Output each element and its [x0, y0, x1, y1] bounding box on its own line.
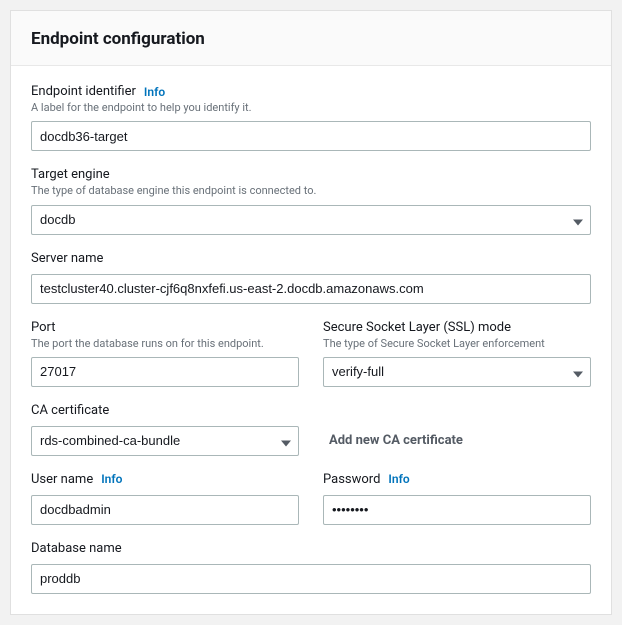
- database-name-input[interactable]: [31, 564, 591, 594]
- port-ssl-row: Port The port the database runs on for t…: [31, 320, 591, 387]
- endpoint-identifier-label: Endpoint identifier: [31, 84, 136, 99]
- database-name-label-row: Database name: [31, 541, 591, 556]
- password-info-link[interactable]: Info: [388, 472, 409, 486]
- port-label: Port: [31, 320, 56, 335]
- ssl-mode-label: Secure Socket Layer (SSL) mode: [323, 320, 511, 335]
- target-engine-field: Target engine The type of database engin…: [31, 167, 591, 234]
- endpoint-config-panel: Endpoint configuration Endpoint identifi…: [10, 10, 612, 615]
- ca-certificate-field: [31, 426, 299, 456]
- add-cert-col: Add new CA certificate: [323, 426, 591, 456]
- database-name-field: Database name: [31, 541, 591, 594]
- endpoint-identifier-field: Endpoint identifier Info A label for the…: [31, 84, 591, 151]
- database-name-label: Database name: [31, 541, 122, 556]
- port-field: Port The port the database runs on for t…: [31, 320, 299, 387]
- ca-certificate-section: CA certificate Add new CA certificate: [31, 403, 591, 456]
- target-engine-select-wrap: [31, 205, 591, 235]
- panel-header: Endpoint configuration: [11, 11, 611, 66]
- port-label-row: Port: [31, 320, 299, 335]
- port-desc: The port the database runs on for this e…: [31, 337, 299, 351]
- password-label-row: Password Info: [323, 472, 591, 487]
- ssl-mode-field: Secure Socket Layer (SSL) mode The type …: [323, 320, 591, 387]
- port-input[interactable]: [31, 357, 299, 387]
- password-field: Password Info: [323, 472, 591, 525]
- endpoint-identifier-desc: A label for the endpoint to help you ide…: [31, 101, 591, 115]
- server-name-label-row: Server name: [31, 251, 591, 266]
- user-name-info-link[interactable]: Info: [101, 472, 122, 486]
- ssl-mode-select[interactable]: [323, 357, 591, 387]
- server-name-label: Server name: [31, 251, 103, 266]
- user-name-input[interactable]: [31, 495, 299, 525]
- user-pass-row: User name Info Password Info: [31, 472, 591, 525]
- target-engine-desc: The type of database engine this endpoin…: [31, 184, 591, 198]
- add-new-ca-certificate-link[interactable]: Add new CA certificate: [323, 426, 591, 456]
- ca-certificate-select[interactable]: [31, 426, 299, 456]
- target-engine-label-row: Target engine: [31, 167, 591, 182]
- user-name-label-row: User name Info: [31, 472, 299, 487]
- endpoint-identifier-info-link[interactable]: Info: [144, 85, 165, 99]
- target-engine-label: Target engine: [31, 167, 110, 182]
- ca-certificate-label-row: CA certificate: [31, 403, 591, 418]
- password-label: Password: [323, 472, 380, 487]
- password-input[interactable]: [323, 495, 591, 525]
- user-name-field: User name Info: [31, 472, 299, 525]
- target-engine-select[interactable]: [31, 205, 591, 235]
- ca-certificate-select-wrap: [31, 426, 299, 456]
- ca-certificate-row: Add new CA certificate: [31, 426, 591, 456]
- ca-certificate-label: CA certificate: [31, 403, 109, 418]
- panel-title: Endpoint configuration: [31, 29, 591, 49]
- server-name-field: Server name: [31, 251, 591, 304]
- endpoint-identifier-input[interactable]: [31, 121, 591, 151]
- panel-body: Endpoint identifier Info A label for the…: [11, 66, 611, 614]
- user-name-label: User name: [31, 472, 93, 487]
- endpoint-identifier-label-row: Endpoint identifier Info: [31, 84, 591, 99]
- ssl-mode-label-row: Secure Socket Layer (SSL) mode: [323, 320, 591, 335]
- ssl-mode-select-wrap: [323, 357, 591, 387]
- server-name-input[interactable]: [31, 274, 591, 304]
- ssl-mode-desc: The type of Secure Socket Layer enforcem…: [323, 337, 591, 351]
